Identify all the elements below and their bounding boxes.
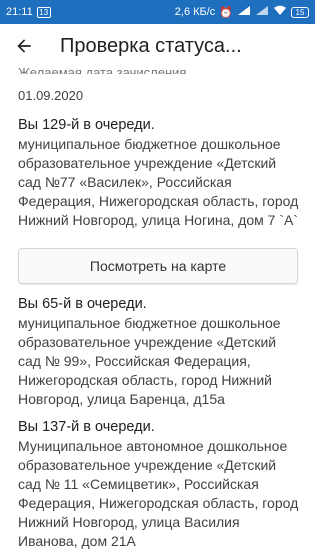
list-item: Вы 65-й в очереди. муниципальное бюджетн… (18, 294, 300, 409)
queue-position: Вы 129-й в очереди. (18, 117, 155, 133)
app-bar: Проверка статуса... (0, 24, 315, 68)
show-on-map-button[interactable]: Посмотреть на карте (18, 248, 298, 284)
kindergarten-info: Муниципальное автономное дошкольное обра… (18, 438, 299, 549)
status-bar: 21:11 13 2,6 КБ/с ⏰ 15 (0, 0, 315, 24)
signal-icon-2 (255, 5, 269, 19)
signal-icon (237, 5, 251, 19)
back-button[interactable] (2, 24, 46, 68)
wifi-icon (273, 5, 287, 19)
arrow-left-icon (17, 39, 31, 53)
content-area: Желаемая дата зачисления 01.09.2020 Вы 1… (18, 60, 300, 560)
notification-icon: 13 (36, 6, 51, 18)
clock: 21:11 (6, 6, 33, 18)
alarm-icon: ⏰ (219, 6, 233, 19)
list-item: Вы 137-й в очереди. Муниципальное автоно… (18, 417, 300, 551)
page-title: Проверка статуса... (60, 34, 242, 57)
kindergarten-info: муниципальное бюджетное дошкольное образ… (18, 315, 281, 407)
desired-date-value: 01.09.2020 (18, 88, 84, 103)
list-item: Вы 129-й в очереди. муниципальное бюджет… (18, 115, 300, 230)
queue-position: Вы 137-й в очереди. (18, 419, 155, 435)
network-speed: 2,6 КБ/с (174, 6, 216, 18)
kindergarten-info: муниципальное бюджетное дошкольное образ… (18, 136, 299, 228)
battery-icon: 15 (291, 6, 309, 18)
queue-position: Вы 65-й в очереди. (18, 296, 147, 312)
